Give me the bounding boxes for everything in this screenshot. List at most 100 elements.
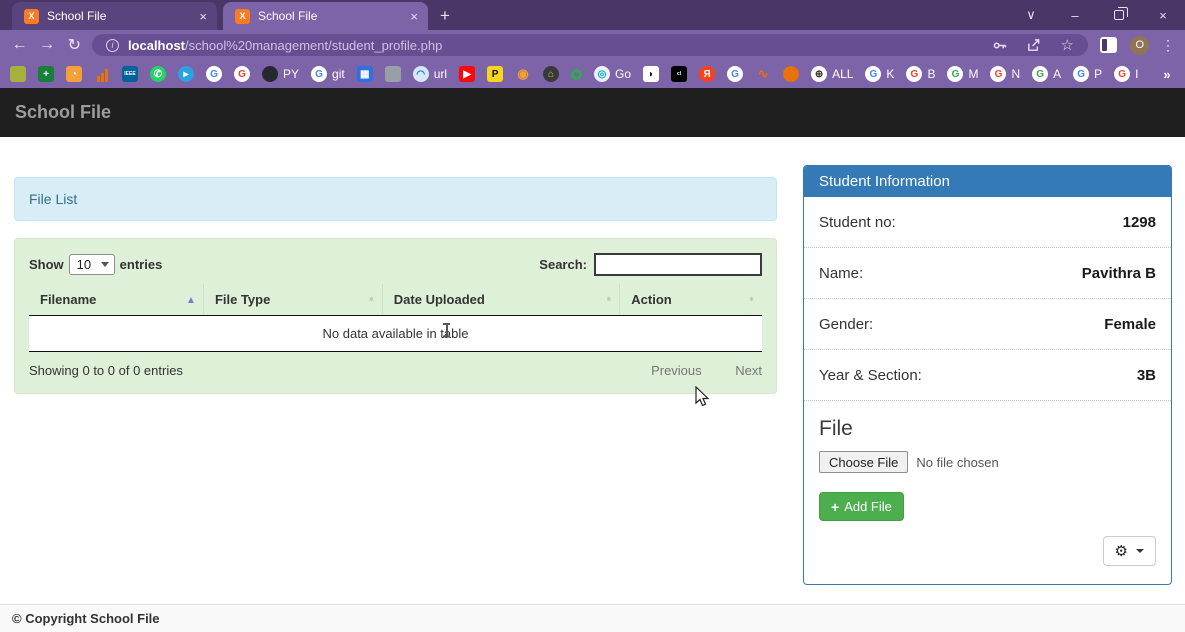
- search-input[interactable]: [594, 253, 762, 276]
- telegram-icon: ▸: [178, 66, 194, 82]
- site-info-icon[interactable]: i: [106, 39, 119, 52]
- yandex-icon[interactable]: Я: [699, 66, 715, 82]
- copyright-text: © Copyright School File: [12, 611, 160, 626]
- tab-close-icon[interactable]: ×: [410, 10, 418, 23]
- google-icon[interactable]: GK: [865, 66, 894, 82]
- gray-app-icon: [385, 66, 401, 82]
- bookmarks-overflow-icon[interactable]: »: [1159, 66, 1175, 82]
- column-label: Filename: [40, 292, 96, 307]
- choose-file-button[interactable]: Choose File: [819, 451, 908, 473]
- reload-icon[interactable]: ↻: [61, 35, 88, 55]
- tab-title: School File: [47, 9, 191, 23]
- google-icon[interactable]: GI: [1114, 66, 1138, 82]
- google-icon[interactable]: Ggit: [311, 66, 345, 82]
- google-icon: G: [906, 66, 922, 82]
- tab-search-icon[interactable]: ∨: [1009, 0, 1053, 30]
- column-header-action[interactable]: Action ▲▼: [620, 284, 762, 316]
- youtube-icon[interactable]: ▶: [459, 66, 475, 82]
- tab-close-icon[interactable]: ×: [199, 10, 207, 23]
- xampp-favicon-icon: X: [235, 9, 250, 24]
- tab-strip: X School File × X School File × + ∨ – ×: [0, 0, 1185, 30]
- column-label: Action: [631, 292, 671, 307]
- go-icon[interactable]: ◎Go: [594, 66, 631, 82]
- entries-select-value: 10: [77, 257, 91, 272]
- plus-doc-icon[interactable]: +: [38, 66, 54, 82]
- green-ring-icon[interactable]: [571, 69, 582, 80]
- forward-icon[interactable]: →: [33, 36, 60, 54]
- blue-app-icon[interactable]: ▦: [357, 66, 373, 82]
- gear-icon: ⚙: [1115, 544, 1128, 559]
- globe-icon[interactable]: ⊕ALL: [811, 66, 853, 82]
- pagination-previous[interactable]: Previous: [651, 363, 702, 378]
- page-content: File List Show 10 entries Search:: [0, 137, 1185, 604]
- google-icon-label: I: [1135, 67, 1138, 81]
- cart-icon[interactable]: ⌂: [543, 66, 559, 82]
- whatsapp-icon[interactable]: ✆: [150, 66, 166, 82]
- sort-both-icon: ▲▼: [368, 299, 375, 300]
- google-icon[interactable]: GA: [1032, 66, 1061, 82]
- google-icon[interactable]: G: [234, 66, 250, 82]
- orange-app-icon[interactable]: ◔: [66, 66, 82, 82]
- p-app-icon[interactable]: P: [487, 66, 503, 82]
- url-shortener-icon[interactable]: ◠url: [413, 66, 447, 82]
- show-label: Show: [29, 257, 64, 272]
- bird-icon[interactable]: ◗: [643, 66, 659, 82]
- add-file-button[interactable]: + Add File: [819, 492, 904, 521]
- orange-dot-icon[interactable]: [783, 66, 799, 82]
- new-tab-button[interactable]: +: [440, 6, 450, 26]
- google-icon: G: [1114, 66, 1130, 82]
- student-information-panel: Student Information Student no: 1298 Nam…: [803, 165, 1172, 585]
- bookmark-star-icon[interactable]: ☆: [1060, 36, 1073, 54]
- close-button[interactable]: ×: [1141, 0, 1185, 30]
- profile-avatar[interactable]: O: [1130, 36, 1149, 55]
- side-panel-icon[interactable]: [1100, 37, 1118, 53]
- google-icon[interactable]: GB: [906, 66, 935, 82]
- site-navbar: School File: [0, 88, 1185, 137]
- password-key-icon[interactable]: [992, 38, 1007, 53]
- gray-app-icon[interactable]: [385, 66, 401, 82]
- column-header-date-uploaded[interactable]: Date Uploaded ▲▼: [382, 284, 619, 316]
- bookmarks-overflow-icon: »: [1159, 66, 1175, 82]
- plus-doc-icon: +: [38, 66, 54, 82]
- flame-icon[interactable]: ∿: [755, 66, 771, 82]
- telegram-icon[interactable]: ▸: [178, 66, 194, 82]
- pagination-next[interactable]: Next: [735, 363, 762, 378]
- ieee-icon[interactable]: IEEE: [122, 66, 138, 82]
- go-icon-label: Go: [615, 67, 631, 81]
- window-controls: ∨ – ×: [1009, 0, 1185, 30]
- settings-dropdown-button[interactable]: ⚙: [1103, 536, 1156, 566]
- browser-tab-1[interactable]: X School File ×: [12, 2, 217, 30]
- address-bar[interactable]: i localhost/school%20management/student_…: [92, 34, 1088, 56]
- site-brand[interactable]: School File: [15, 102, 111, 123]
- analytics-bars-icon[interactable]: [94, 66, 110, 82]
- row-value: 1298: [1123, 214, 1156, 231]
- entries-select[interactable]: 10: [69, 254, 115, 275]
- info-row-student-no: Student no: 1298: [804, 197, 1171, 248]
- restore-button[interactable]: [1097, 0, 1141, 30]
- browser-tab-2-active[interactable]: X School File ×: [223, 2, 428, 30]
- back-icon[interactable]: ←: [6, 36, 33, 54]
- minimize-button[interactable]: –: [1053, 0, 1097, 30]
- camera-icon: ◉: [515, 66, 531, 82]
- leaf-icon: [10, 66, 26, 82]
- google-icon[interactable]: G: [206, 66, 222, 82]
- google-icon[interactable]: GM: [947, 66, 978, 82]
- camera-icon[interactable]: ◉: [515, 66, 531, 82]
- browser-menu-icon[interactable]: ⋮: [1161, 37, 1175, 54]
- column-header-filename[interactable]: Filename ▲: [29, 284, 203, 316]
- github-icon[interactable]: PY: [262, 66, 299, 82]
- share-icon[interactable]: [1026, 38, 1041, 53]
- google-icon[interactable]: GP: [1073, 66, 1102, 82]
- google-icon[interactable]: G: [727, 66, 743, 82]
- google-icon[interactable]: GN: [990, 66, 1020, 82]
- leaf-icon[interactable]: [10, 66, 26, 82]
- cl-icon[interactable]: cl: [671, 66, 687, 82]
- tab-title: School File: [258, 9, 402, 23]
- google-icon-label: P: [1094, 67, 1102, 81]
- google-icon: G: [990, 66, 1006, 82]
- column-header-file-type[interactable]: File Type ▲▼: [203, 284, 382, 316]
- google-icon-label: N: [1011, 67, 1020, 81]
- restore-icon: [1114, 10, 1124, 20]
- google-icon: G: [1032, 66, 1048, 82]
- bookmarks-bar: +◔IEEE✆▸GGPYGgit▦◠url▶P◉⌂◎Go◗clЯG∿⊕ALLGK…: [0, 60, 1185, 88]
